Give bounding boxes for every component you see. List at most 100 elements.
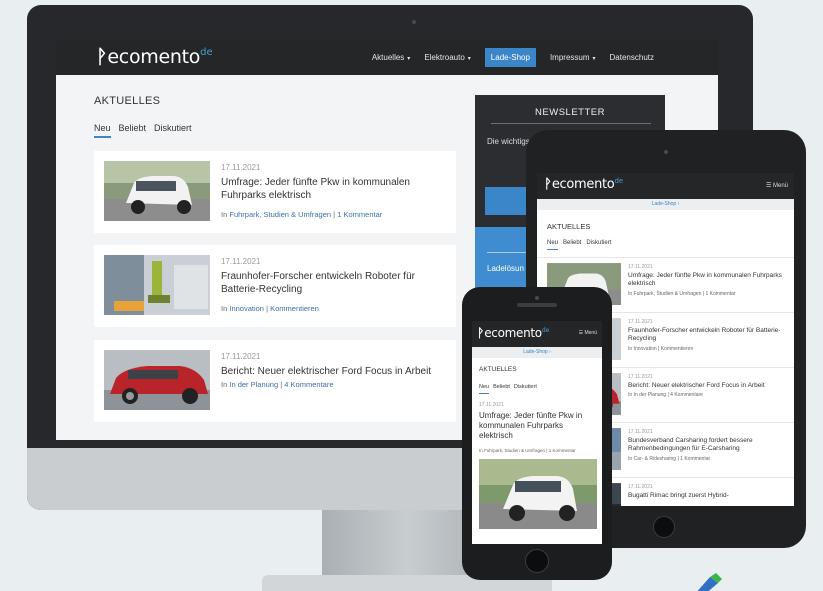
article-date: 17.11.2021 [628,264,653,270]
chevron-down-icon: ▾ [407,56,411,62]
article-meta: In Innovation | Kommentieren [221,304,319,313]
tab-diskutiert[interactable]: Diskutiert [514,384,537,394]
phone-device: ᚹ ecomento de ☰ Menü Lade-Shop › AKTUELL… [462,287,612,580]
menu-button[interactable]: ☰ Menü [766,182,788,189]
tab-diskutiert[interactable]: Diskutiert [586,240,611,250]
logo-wordmark: ecomento [484,326,542,340]
article-meta: In Fuhrpark, Studien & Umfragen | 1 Komm… [221,210,382,219]
tab-diskutiert[interactable]: Diskutiert [154,123,192,138]
nav-lade-shop[interactable]: Lade-Shop [484,48,536,67]
logo-icon: ᚹ [96,46,108,68]
tab-neu[interactable]: Neu [547,240,559,250]
article-meta: In Fuhrpark, Studien & Umfragen | 1 Komm… [479,448,576,453]
article-comments-link[interactable]: 1 Kommentar [337,210,382,219]
lade-shop-link[interactable]: Lade-Shop › [472,347,602,358]
article-category-link[interactable]: In der Planung [229,380,278,389]
tablet-camera [664,150,668,154]
divider [487,252,527,253]
article-meta: In Innovation | Kommentieren [628,346,694,352]
nav-aktuelles[interactable]: Aktuelles ▾ [372,53,410,62]
nav-aktuelles-label: Aktuelles [371,53,405,62]
meta-separator: | [266,304,269,313]
article-title[interactable]: Bericht: Neuer elektrischer Ford Focus i… [221,365,446,378]
phone-camera [535,296,539,300]
site-logo[interactable]: ᚹ ecomento de [544,177,623,192]
nav-elektroauto-label: Elektroauto [424,53,465,62]
tab-neu[interactable]: Neu [94,123,111,138]
meta-in: In [221,304,228,313]
article-date: 17.11.2021 [628,429,653,435]
phone-screen: ᚹ ecomento de ☰ Menü Lade-Shop › AKTUELL… [472,321,602,544]
article-category-link[interactable]: Fuhrpark, Studien & Umfragen [229,210,331,219]
article-date: 17.11.2021 [221,352,261,361]
article-title[interactable]: Bugatti Rimac bringt zuerst Hybrid- [628,492,788,500]
tab-beliebt[interactable]: Beliebt [563,240,581,250]
nav-elektroauto[interactable]: Elektroauto ▾ [424,53,470,62]
logo-tld: de [541,327,550,334]
chevron-down-icon: ▾ [467,56,471,62]
article-title[interactable]: Umfrage: Jeder fünfte Pkw in kommunalen … [628,272,788,288]
newsletter-title: NEWSLETTER [535,107,605,118]
meta-separator: | [280,380,283,389]
article-thumbnail-red-car [104,350,210,410]
article-tabs: Neu Beliebt Diskutiert [479,384,537,394]
section-title: AKTUELLES [479,366,517,373]
meta-in: In [221,380,228,389]
article-comments-link[interactable]: 4 Kommentare [284,380,333,389]
section-title: AKTUELLES [547,222,591,231]
article-title[interactable]: Bericht: Neuer elektrischer Ford Focus i… [628,382,788,390]
article-card[interactable]: 17.11.2021 Umfrage: Jeder fünfte Pkw in … [94,151,456,233]
article-title[interactable]: Fraunhofer-Forscher entwickeln Roboter f… [221,270,446,296]
article-card[interactable]: 17.11.2021 Fraunhofer-Forscher entwickel… [94,245,456,327]
article-category-link[interactable]: Innovation [229,304,264,313]
article-meta: In In der Planung | 4 Kommentare [628,392,703,398]
article-comments-link[interactable]: Kommentieren [270,304,319,313]
phone-speaker [517,303,557,307]
tablet-header: ᚹ ecomento de ☰ Menü [537,173,794,199]
ad-text: Ladelösun [487,264,524,273]
menu-button[interactable]: ☰ Menü [579,330,597,336]
main-content: AKTUELLES Neu Beliebt Diskutiert [94,95,456,138]
meta-in: In [221,210,228,219]
monitor-camera [412,20,416,24]
phone-home-button [525,549,549,573]
nav-datenschutz[interactable]: Datenschutz [610,53,654,62]
divider [491,123,651,124]
article-meta: In In der Planung | 4 Kommentare [221,380,334,389]
article-meta: In Fuhrpark, Studien & Umfragen | 1 Komm… [628,291,736,297]
tablet-home-button [653,516,675,538]
phone-header: ᚹ ecomento de ☰ Menü [472,321,602,347]
section-title: AKTUELLES [94,95,161,107]
article-date: 17.11.2021 [628,319,653,325]
article-date: 17.11.2021 [479,402,504,408]
tab-beliebt[interactable]: Beliebt [119,123,147,138]
article-date: 17.11.2021 [628,484,653,490]
article-title[interactable]: Fraunhofer-Forscher entwickeln Roboter f… [628,327,788,343]
article-title[interactable]: Bundesverband Carsharing fordert bessere… [628,437,788,453]
article-title[interactable]: Umfrage: Jeder fünfte Pkw in kommunalen … [479,411,597,441]
logo-tld: de [200,47,213,58]
article-thumbnail-robot [104,255,210,315]
article-date: 17.11.2021 [221,163,261,172]
article-date: 17.11.2021 [221,257,261,266]
tab-neu[interactable]: Neu [479,384,490,394]
article-card[interactable]: 17.11.2021 Bericht: Neuer elektrischer F… [94,340,456,422]
decorative-brush-stroke [697,573,722,591]
article-title[interactable]: Umfrage: Jeder fünfte Pkw in kommunalen … [221,176,446,202]
logo-icon: ᚹ [477,326,485,340]
tab-beliebt[interactable]: Beliebt [493,384,510,394]
chevron-down-icon: ▾ [592,56,596,62]
article-tabs: Neu Beliebt Diskutiert [94,123,456,138]
nav-impressum-label: Impressum [549,53,590,62]
lade-shop-link[interactable]: Lade-Shop › [537,199,794,210]
logo-wordmark: ecomento [551,177,615,192]
meta-separator: | [333,210,336,219]
article-image-white-car [479,459,597,529]
main-menu: Aktuelles ▾ Elektroauto ▾ Lade-Shop Impres… [372,40,654,75]
nav-impressum[interactable]: Impressum ▾ [550,53,596,62]
logo-wordmark: ecomento [107,46,201,68]
site-logo[interactable]: ᚹ ecomento de [96,46,213,68]
article-date: 17.11.2021 [628,374,653,380]
logo-tld: de [614,177,624,185]
site-logo[interactable]: ᚹ ecomento de [477,326,549,340]
